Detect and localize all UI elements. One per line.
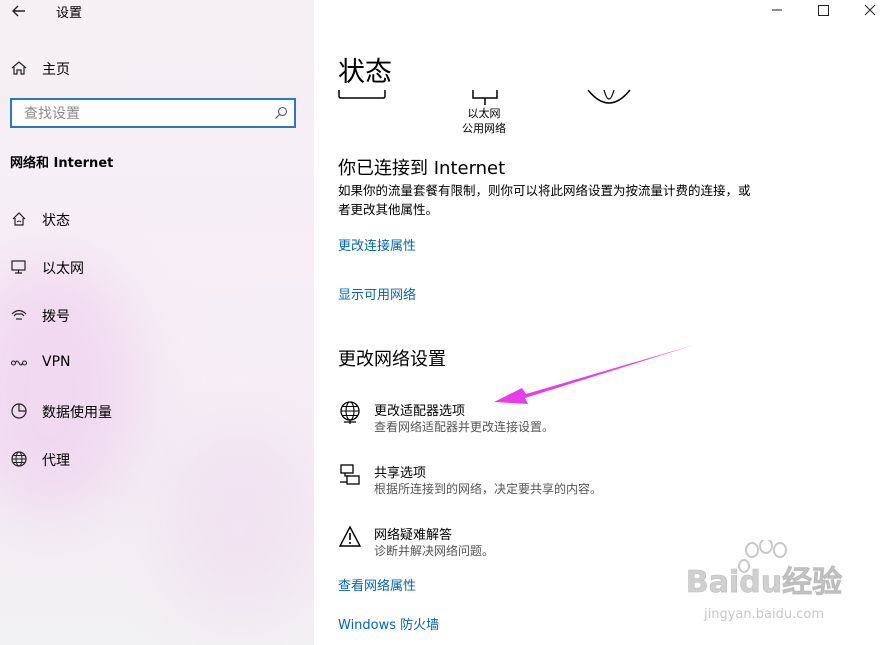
sidebar-item-dialup[interactable]: 拨号: [0, 300, 314, 330]
sidebar-item-vpn[interactable]: VPN: [0, 348, 314, 378]
section-title: 网络和 Internet: [10, 156, 114, 171]
back-arrow-icon[interactable]: [8, 0, 30, 22]
device-icon: [338, 90, 386, 99]
windows-firewall-link[interactable]: Windows 防火墙: [338, 614, 439, 633]
adapter-globe-icon: [340, 401, 360, 424]
ethernet-connector-icon: [472, 90, 498, 105]
change-network-settings-heading: 更改网络设置: [338, 349, 446, 370]
app-title: 设置: [56, 6, 83, 21]
globe-icon: [11, 451, 27, 467]
home-icon: [11, 61, 27, 75]
search-input[interactable]: [22, 104, 276, 124]
sidebar-item-label: 代理: [42, 453, 70, 469]
sidebar-item-proxy[interactable]: 代理: [0, 444, 314, 474]
option-title: 共享选项: [374, 466, 427, 481]
sidebar-item-label: 状态: [42, 213, 70, 229]
ethernet-label: 以太网: [467, 107, 501, 120]
option-description: 根据所连接到的网络，决定要共享的内容。: [374, 482, 603, 496]
connection-status-title: 你已连接到 Internet: [338, 158, 506, 179]
ethernet-icon: [11, 260, 26, 274]
sidebar-item-label: 拨号: [42, 309, 70, 325]
change-connection-properties-link[interactable]: 更改连接属性: [338, 235, 416, 254]
dialup-icon: [11, 309, 27, 320]
annotation-arrow: [494, 345, 694, 404]
show-available-networks-link[interactable]: 显示可用网络: [338, 284, 416, 303]
sidebar-item-ethernet[interactable]: 以太网: [0, 252, 314, 282]
option-title: 网络疑难解答: [374, 528, 453, 543]
data-usage-icon: [11, 403, 27, 419]
network-profile-label: 公用网络: [462, 122, 506, 135]
sidebar-item-status[interactable]: 状态: [0, 204, 314, 234]
watermark-brand: Baidu经验: [686, 565, 842, 600]
sharing-icon: [340, 464, 360, 485]
connection-status-description: 如果你的流量套餐有限制，则你可以将此网络设置为按流量计费的连接，或者更改其他属性…: [338, 183, 751, 217]
sidebar-item-home[interactable]: 主页: [0, 53, 314, 83]
home-wifi-icon: [12, 212, 26, 226]
sidebar: 设置 主页 网络和 Internet 状态 以太网: [0, 0, 314, 645]
sharing-options[interactable]: 共享选项 根据所连接到的网络，决定要共享的内容。: [338, 462, 858, 502]
option-description: 查看网络适配器并更改连接设置。: [374, 420, 555, 434]
sidebar-item-label: 数据使用量: [42, 405, 112, 421]
sidebar-item-label: VPN: [42, 354, 71, 370]
baidu-jingyan-watermark: Baidu经验 jingyan.baidu.com: [686, 540, 842, 622]
sidebar-item-label: 主页: [42, 62, 70, 78]
warning-icon: [338, 525, 362, 547]
option-description: 诊断并解决网络问题。: [374, 544, 495, 558]
vpn-icon: [10, 360, 28, 366]
view-network-properties-link[interactable]: 查看网络属性: [338, 575, 416, 594]
sidebar-item-data-usage[interactable]: 数据使用量: [0, 396, 314, 426]
option-title: 更改适配器选项: [374, 404, 466, 419]
ethernet-status-label: 以太网 公用网络: [434, 106, 534, 136]
page-title: 状态: [338, 57, 392, 88]
search-icon[interactable]: [274, 106, 288, 120]
watermark-url: jingyan.baidu.com: [703, 607, 824, 622]
search-box[interactable]: [10, 98, 296, 128]
sidebar-item-label: 以太网: [42, 261, 84, 277]
internet-globe-icon: [587, 89, 631, 104]
